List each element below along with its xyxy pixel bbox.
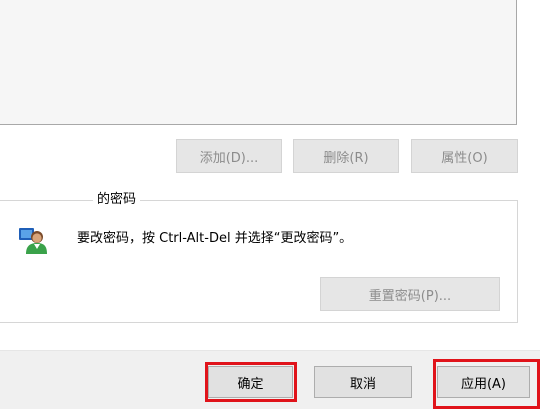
properties-button[interactable]: 属性(O) [411,139,518,173]
ok-button[interactable]: 确定 [208,366,293,398]
user-list-panel[interactable] [0,0,517,125]
change-password-hint: 要改密码，按 Ctrl-Alt-Del 并选择“更改密码”。 [77,231,353,246]
cancel-button[interactable]: 取消 [314,366,412,398]
user-icon [19,228,47,254]
remove-button[interactable]: 删除(R) [293,139,399,173]
reset-password-button[interactable]: 重置密码(P)... [320,277,500,311]
user-properties-dialog: 添加(D)... 删除(R) 属性(O) 的密码 要改密码，按 Ctrl-Alt… [0,0,540,409]
add-button[interactable]: 添加(D)... [176,139,282,173]
password-group-title: 的密码 [93,191,141,209]
apply-button[interactable]: 应用(A) [437,366,530,398]
